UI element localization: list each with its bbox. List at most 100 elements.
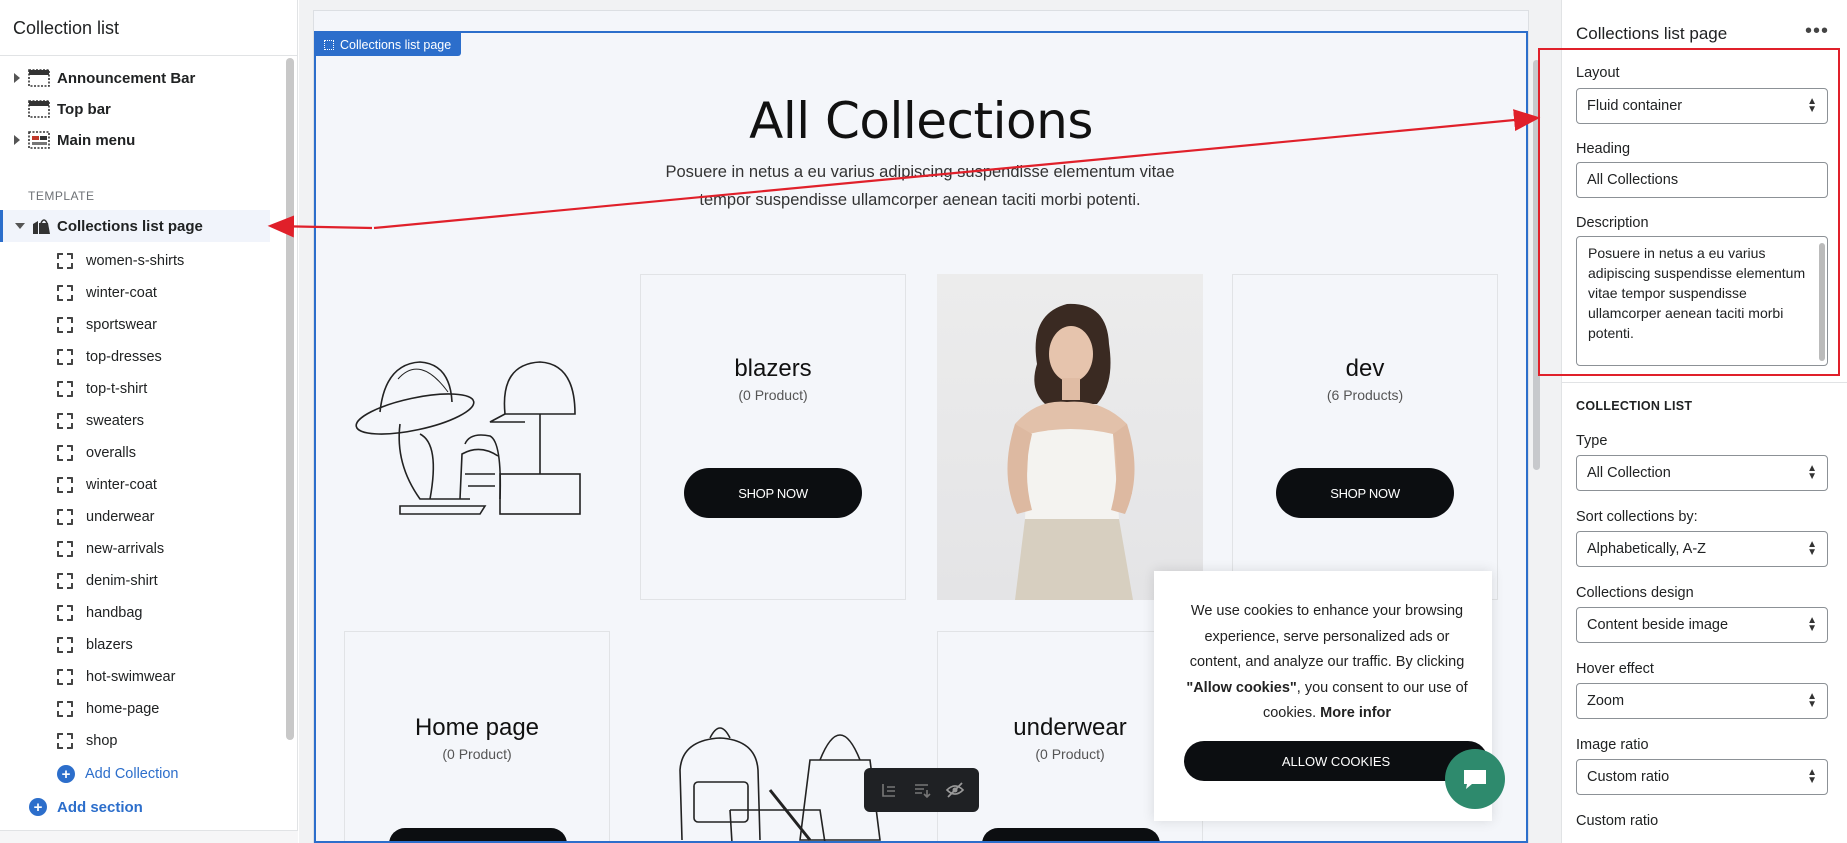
chat-button[interactable] (1445, 749, 1505, 809)
block-label: home-page (86, 701, 160, 717)
block-label: handbag (86, 605, 143, 621)
block-item[interactable]: new-arrivals (57, 533, 287, 565)
block-item[interactable]: winter-coat (57, 469, 287, 501)
shop-now-button[interactable] (982, 828, 1160, 843)
section-main-menu[interactable]: Main menu (0, 124, 282, 156)
block-label: new-arrivals (86, 541, 165, 557)
sidebar-footer (0, 830, 298, 843)
add-collection-button[interactable]: + Add Collection (57, 765, 179, 783)
more-info-link[interactable]: More infor (1320, 705, 1391, 721)
design-select[interactable]: Content beside image ▲ ▼ (1576, 607, 1828, 643)
collection-card-home-page[interactable]: Home page (0 Product) (344, 631, 610, 843)
block-frame-icon (57, 573, 73, 589)
template-heading: TEMPLATE (28, 189, 95, 203)
block-frame-icon (57, 637, 73, 653)
eye-hidden-icon[interactable] (945, 781, 965, 799)
shop-now-button[interactable]: SHOP NOW (1276, 468, 1454, 518)
block-item[interactable]: top-dresses (57, 341, 287, 373)
block-label: shop (86, 733, 118, 749)
cookie-message: We use cookies to enhance your browsing … (1180, 599, 1474, 727)
block-item[interactable]: overalls (57, 437, 287, 469)
section-collections-list-page[interactable]: Collections list page (0, 210, 270, 242)
description-label: Description (1576, 215, 1649, 231)
announcement-bar-icon (28, 69, 50, 87)
more-options-icon[interactable]: ••• (1805, 20, 1829, 43)
type-select[interactable]: All Collection ▲ ▼ (1576, 455, 1828, 491)
custom-ratio-label: Custom ratio (1576, 813, 1659, 829)
shop-now-button[interactable] (389, 828, 567, 843)
grid-icon (324, 40, 334, 50)
block-frame-icon (57, 509, 73, 525)
block-frame-icon (57, 381, 73, 397)
sidebar-scrollbar[interactable] (286, 58, 294, 740)
block-label: blazers (86, 637, 133, 653)
textarea-scrollbar[interactable] (1819, 243, 1825, 361)
block-item[interactable]: handbag (57, 597, 287, 629)
collection-card-dev[interactable]: dev (6 Products) SHOP NOW (1232, 274, 1498, 600)
block-item[interactable]: sportswear (57, 309, 287, 341)
section-top-bar[interactable]: Top bar (0, 93, 282, 125)
sort-select[interactable]: Alphabetically, A-Z ▲ ▼ (1576, 531, 1828, 567)
chevron-right-icon[interactable] (14, 135, 20, 145)
theme-editor: Collection list Announcement Bar Top bar… (0, 0, 1847, 843)
add-collection-label: Add Collection (85, 766, 179, 782)
sidebar-title: Collection list (13, 18, 120, 38)
block-frame-icon (57, 477, 73, 493)
hover-select[interactable]: Zoom ▲ ▼ (1576, 683, 1828, 719)
allow-cookies-button[interactable]: ALLOW COOKIES (1184, 741, 1488, 781)
collection-image-bags[interactable] (660, 700, 890, 843)
section-label: Announcement Bar (57, 69, 196, 87)
chevron-down-icon[interactable] (15, 223, 25, 229)
block-item[interactable]: denim-shirt (57, 565, 287, 597)
hats-illustration-icon (355, 361, 581, 515)
block-item[interactable]: women-s-shirts (57, 245, 287, 277)
heading-input[interactable]: All Collections (1576, 162, 1828, 198)
layout-select[interactable]: Fluid container ▲ ▼ (1576, 88, 1828, 124)
block-frame-icon (57, 317, 73, 333)
type-value: All Collection (1587, 465, 1671, 481)
collection-bag-icon (33, 219, 50, 234)
block-frame-icon (57, 541, 73, 557)
section-tag[interactable]: Collections list page (316, 33, 462, 56)
block-frame-icon (57, 253, 73, 269)
block-label: overalls (86, 445, 136, 461)
block-item[interactable]: shop (57, 725, 287, 757)
collection-name: Home page (414, 714, 540, 741)
collection-list-heading: COLLECTION LIST (1576, 399, 1693, 413)
move-down-icon[interactable] (912, 781, 932, 799)
preview-description: Posuere in netus a eu varius adipiscing … (665, 163, 1175, 209)
block-item[interactable]: underwear (57, 501, 287, 533)
block-frame-icon (57, 285, 73, 301)
block-item[interactable]: top-t-shirt (57, 373, 287, 405)
preview-heading: All Collections (749, 92, 1093, 150)
block-label: women-s-shirts (86, 253, 185, 269)
description-textarea[interactable]: Posuere in netus a eu varius adipiscing … (1576, 236, 1828, 366)
section-announcement-bar[interactable]: Announcement Bar (0, 62, 282, 94)
block-frame-icon (57, 701, 73, 717)
divider (0, 55, 297, 56)
preview-scrollbar[interactable] (1533, 60, 1540, 470)
collection-card-blazers[interactable]: blazers (0 Product) SHOP NOW (640, 274, 906, 600)
block-item[interactable]: home-page (57, 693, 287, 725)
select-arrows-icon: ▲ ▼ (1807, 96, 1817, 115)
add-section-button[interactable]: + Add section (29, 798, 143, 816)
design-label: Collections design (1576, 585, 1694, 601)
block-frame-icon (57, 349, 73, 365)
chevron-right-icon[interactable] (14, 73, 20, 83)
sort-value: Alphabetically, A-Z (1587, 541, 1707, 557)
move-up-icon[interactable] (879, 781, 899, 799)
block-item[interactable]: winter-coat (57, 277, 287, 309)
block-label: hot-swimwear (86, 669, 176, 685)
collection-image-model[interactable] (937, 274, 1203, 600)
select-arrows-icon: ▲ ▼ (1807, 615, 1817, 634)
collection-image-hats[interactable] (340, 274, 606, 600)
block-frame-icon (57, 413, 73, 429)
block-label: winter-coat (86, 477, 157, 493)
ratio-select[interactable]: Custom ratio ▲ ▼ (1576, 759, 1828, 795)
block-item[interactable]: blazers (57, 629, 287, 661)
block-item[interactable]: hot-swimwear (57, 661, 287, 693)
shop-now-button[interactable]: SHOP NOW (684, 468, 862, 518)
block-frame-icon (57, 733, 73, 749)
block-item[interactable]: sweaters (57, 405, 287, 437)
settings-panel: Collections list page ••• Layout Fluid c… (1561, 0, 1847, 843)
